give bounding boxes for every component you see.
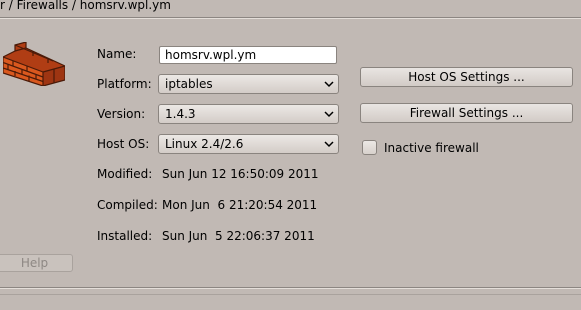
- installed-value: Sun Jun 5 22:06:37 2011: [162, 229, 315, 243]
- breadcrumb: r / Firewalls / homsrv.wpl.ym: [0, 0, 581, 18]
- name-label: Name:: [97, 47, 137, 61]
- inactive-firewall-checkbox[interactable]: [362, 140, 377, 155]
- platform-select[interactable]: iptables: [158, 74, 339, 94]
- bottom-panel: [0, 294, 581, 310]
- compiled-value: Mon Jun 6 21:20:54 2011: [162, 198, 318, 212]
- platform-select-value: iptables: [165, 77, 213, 91]
- chevron-down-icon: [324, 111, 334, 118]
- compiled-label: Compiled:: [97, 198, 158, 212]
- breadcrumb-text: r / Firewalls / homsrv.wpl.ym: [0, 0, 171, 12]
- platform-label: Platform:: [97, 77, 152, 91]
- host-os-settings-button[interactable]: Host OS Settings ...: [360, 67, 573, 87]
- hostos-select-value: Linux 2.4/2.6: [165, 137, 244, 151]
- chevron-down-icon: [324, 81, 334, 88]
- divider-highlight: [0, 288, 581, 289]
- version-select-value: 1.4.3: [165, 107, 196, 121]
- modified-label: Modified:: [97, 167, 153, 181]
- version-select[interactable]: 1.4.3: [158, 104, 339, 124]
- modified-value: Sun Jun 12 16:50:09 2011: [162, 167, 319, 181]
- help-button[interactable]: Help: [0, 254, 73, 272]
- firewall-settings-button[interactable]: Firewall Settings ...: [360, 103, 573, 123]
- version-label: Version:: [97, 107, 146, 121]
- installed-label: Installed:: [97, 229, 153, 243]
- chevron-down-icon: [324, 141, 334, 148]
- hostos-label: Host OS:: [97, 137, 150, 151]
- hostos-select[interactable]: Linux 2.4/2.6: [158, 134, 339, 154]
- brick-wall-icon: [3, 42, 65, 86]
- name-field[interactable]: homsrv.wpl.ym: [159, 46, 337, 64]
- inactive-firewall-label: Inactive firewall: [384, 141, 479, 155]
